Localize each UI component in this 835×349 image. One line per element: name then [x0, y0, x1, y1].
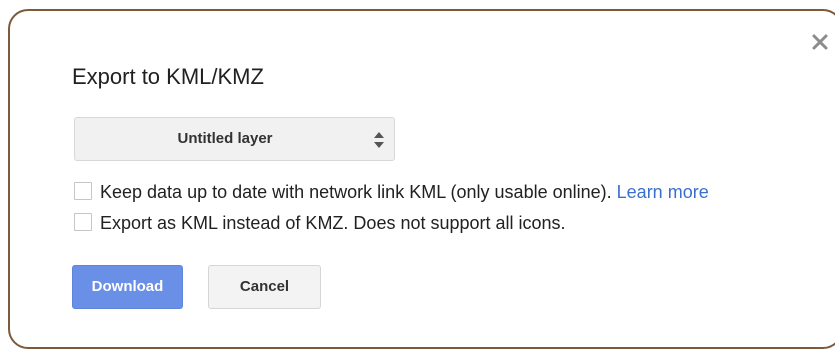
download-button[interactable]: Download — [72, 265, 183, 309]
layer-select-value: Untitled layer — [177, 130, 273, 147]
dialog-title: Export to KML/KMZ — [72, 64, 264, 89]
kml-format-label: Export as KML instead of KMZ. Does not s… — [100, 213, 566, 233]
network-link-option-text: Keep data up to date with network link K… — [100, 181, 709, 203]
network-link-checkbox[interactable] — [74, 182, 92, 200]
kml-format-checkbox[interactable] — [74, 213, 92, 231]
cancel-button[interactable]: Cancel — [208, 265, 321, 309]
network-link-label: Keep data up to date with network link K… — [100, 182, 612, 202]
close-icon[interactable] — [810, 32, 830, 52]
learn-more-link[interactable]: Learn more — [617, 182, 709, 202]
updown-arrows-icon — [373, 131, 385, 154]
layer-select[interactable]: Untitled layer — [74, 117, 395, 161]
